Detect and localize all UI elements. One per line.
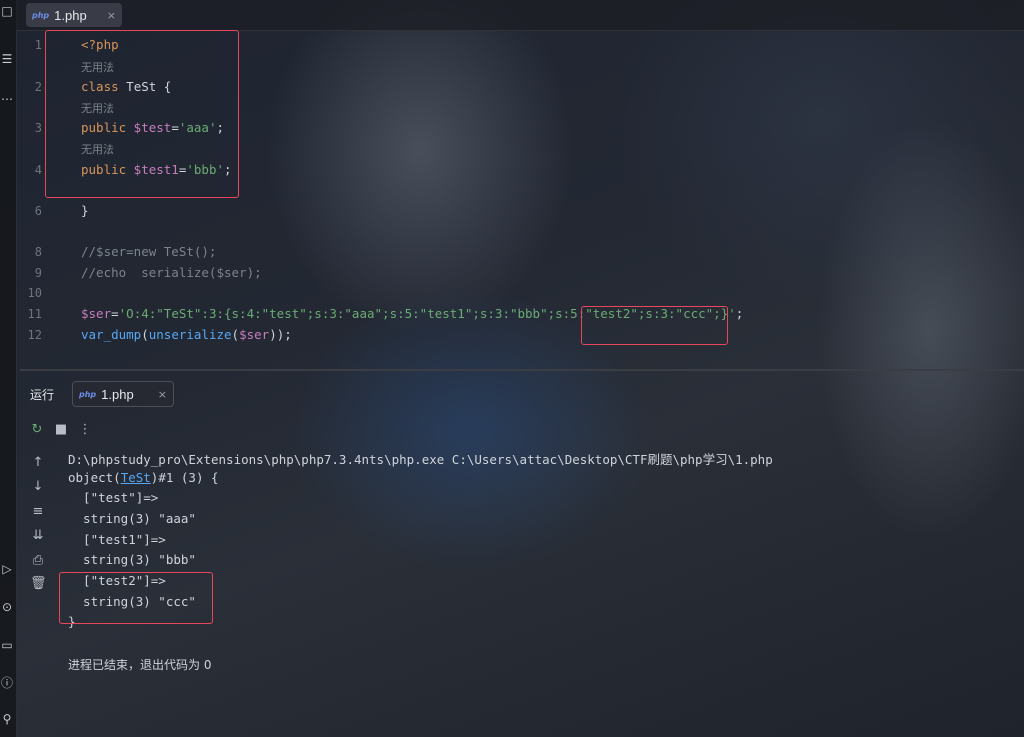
run-tab-1php[interactable]: php 1.php × [72,381,174,407]
console-line: ["test1"]=> [68,532,166,547]
run-panel-title: 运行 [30,388,55,402]
console-line: object(TeSt)#1 (3) { [68,470,219,485]
stop-icon[interactable]: ■ [54,422,68,437]
class-link[interactable]: TeSt [121,470,151,485]
highlight-box-output [59,572,213,624]
line-number: 6 [34,204,42,218]
run-tab-label: 1.php [101,386,134,402]
terminal-icon[interactable]: ▭ [0,638,14,652]
php-file-icon: php [32,10,50,20]
paren: ( [141,327,149,342]
run-icon[interactable]: ▷ [0,562,14,576]
more-icon[interactable]: ⋯ [0,92,14,106]
left-toolbar: □ ☰ ⋯ ▷ ⊙ ▭ ⓘ ⚲ [0,0,17,737]
code-line-8: //$ser=new TeSt(); [81,244,217,259]
code-editor[interactable]: 1 2 3 4 6 8 9 10 11 12 <?php 无用法 class T… [16,30,1024,368]
trash-icon[interactable]: 🗑 [30,576,47,591]
closing-parens: )); [269,327,292,342]
more-options-icon[interactable]: ⋮ [78,422,92,437]
console-line: string(3) "bbb" [68,552,196,567]
line-number: 10 [27,286,42,300]
scroll-up-icon[interactable]: ↑ [30,455,46,470]
code-line-6: } [81,203,89,218]
panel-divider[interactable] [20,369,1024,371]
git-icon[interactable]: ⚲ [0,712,14,726]
line-number: 11 [27,307,42,321]
line-number: 8 [34,245,42,259]
line-number: 4 [34,163,42,177]
run-panel-header: 运行 php 1.php × [16,378,1024,410]
paren: ( [231,327,240,342]
highlight-box-class [45,30,239,198]
structure-icon[interactable]: ☰ [0,52,14,66]
function-call: unserialize [148,327,232,342]
close-icon[interactable]: × [107,9,116,22]
line-number: 2 [34,80,42,94]
line-number: 3 [34,121,42,135]
highlight-box-test2 [581,306,728,345]
project-icon[interactable]: □ [0,4,14,18]
services-icon[interactable]: ⊙ [0,600,14,614]
rerun-icon[interactable]: ↻ [30,422,44,437]
scroll-to-end-icon[interactable]: ⇊ [30,528,46,543]
variable: $ser [81,306,112,321]
console-command-line: D:\phpstudy_pro\Extensions\php\php7.3.4n… [68,452,773,467]
editor-tab-1php[interactable]: php 1.php × [26,3,122,27]
output-text: )#1 (3) { [150,470,219,485]
php-file-icon: php [79,389,97,399]
editor-tab-bar: php 1.php × [16,0,1024,31]
line-number: 1 [34,38,42,52]
operator: = [111,306,119,321]
tab-label: 1.php [54,7,87,23]
code-line-9: //echo serialize($ser); [81,265,262,280]
function-call: var_dump [81,327,142,342]
line-number: 12 [27,328,42,342]
variable: $ser [239,327,270,342]
run-toolbar: ↻ ■ ⋮ [30,420,92,438]
output-text: object( [68,470,121,485]
line-number: 9 [34,266,42,280]
soft-wrap-icon[interactable]: ≡ [30,504,46,519]
print-icon[interactable]: ⎙ [30,553,46,568]
scroll-down-icon[interactable]: ↓ [30,479,46,494]
console-line: string(3) "aaa" [68,511,196,526]
problems-icon[interactable]: ⓘ [0,676,14,690]
exit-status: 进程已结束，退出代码为 0 [68,658,212,672]
console-line: ["test"]=> [68,490,159,505]
close-icon[interactable]: × [158,388,167,401]
code-line-12: var_dump(unserialize($ser)); [81,327,292,342]
semicolon: ; [735,306,744,321]
